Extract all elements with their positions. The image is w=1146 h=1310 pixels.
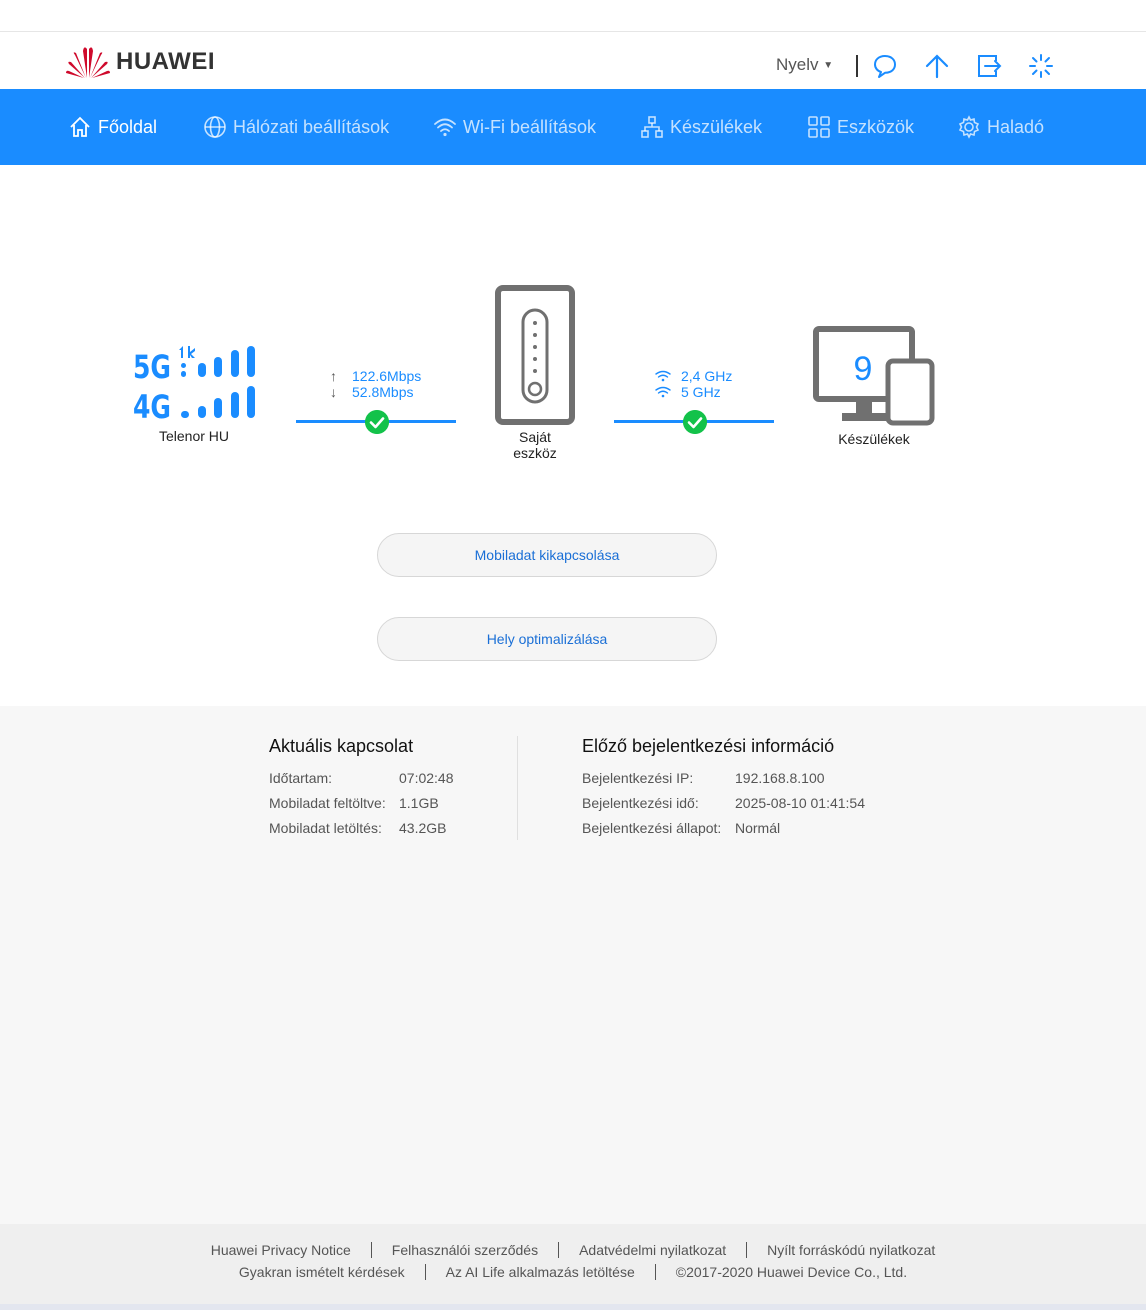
info-label: Mobiladat feltöltve: xyxy=(269,794,386,811)
user-agreement-link[interactable]: Felhasználói szerződés xyxy=(392,1242,538,1258)
bottom-strip xyxy=(0,1304,1146,1310)
wifi-band-24: 2,4 GHz xyxy=(681,368,733,384)
info-label: Időtartam: xyxy=(269,769,333,786)
ai-life-download-link[interactable]: Az AI Life alkalmazás letöltése xyxy=(446,1264,635,1280)
nav-item-network-settings[interactable]: Hálózati beállítások xyxy=(203,89,389,165)
brand-name: HUAWEI xyxy=(116,48,215,75)
footer-divider xyxy=(424,1264,426,1280)
grid-icon xyxy=(808,116,830,138)
main-nav: Főoldal Hálózati beállítások Wi-Fi beáll… xyxy=(0,89,1146,165)
info-label: Mobiladat letöltés: xyxy=(269,819,382,836)
wifi-icon xyxy=(655,386,671,398)
copyright-text: ©2017-2020 Huawei Device Co., Ltd. xyxy=(675,1264,908,1280)
privacy-notice-link[interactable]: Huawei Privacy Notice xyxy=(211,1242,351,1258)
nav-label: Főoldal xyxy=(98,116,158,137)
footer-divider xyxy=(370,1242,372,1258)
browser-top-strip xyxy=(0,0,1146,32)
info-value: 2025-08-10 01:41:54 xyxy=(735,794,865,811)
current-connection-title: Aktuális kapcsolat xyxy=(269,736,414,756)
own-device-label: Saját eszköz xyxy=(513,429,557,461)
current-connection-panel: Aktuális kapcsolat Időtartam: 07:02:48 Mo… xyxy=(269,736,454,840)
message-icon[interactable] xyxy=(872,53,898,79)
device-count: 9 xyxy=(854,350,873,388)
footer: Huawei Privacy Notice Felhasználói szerz… xyxy=(0,1224,1146,1304)
info-label: Bejelentkezési idő: xyxy=(582,794,699,811)
speed-info: ↑ 122.6Mbps ↓ 52.8Mbps xyxy=(330,368,421,400)
info-value: 192.168.8.100 xyxy=(735,769,825,786)
lan-connected-check-icon xyxy=(683,410,707,434)
logout-icon[interactable] xyxy=(976,53,1002,79)
home-icon xyxy=(70,116,90,137)
nav-label: Haladó xyxy=(987,116,1045,137)
globe-icon xyxy=(204,116,226,138)
operator-name: Telenor HU xyxy=(158,428,230,444)
wifi-band-5: 5 GHz xyxy=(681,384,721,400)
download-speed: 52.8Mbps xyxy=(352,384,414,400)
badge-5g: 5G xyxy=(133,348,171,386)
caret-down-icon: ▼ xyxy=(823,60,834,72)
devices-label: Készülékek xyxy=(838,431,910,447)
language-dropdown[interactable]: Nyelv ▼ xyxy=(776,55,833,75)
last-login-title: Előző bejelentkezési információ xyxy=(582,736,835,756)
nav-label: Wi-Fi beállítások xyxy=(463,116,597,137)
nav-label: Eszközök xyxy=(837,116,915,137)
location-optimize-button[interactable]: Hely optimalizálása xyxy=(377,617,717,661)
nav-label: Készülékek xyxy=(670,116,763,137)
nav-label: Hálózati beállítások xyxy=(233,116,390,137)
header: HUAWEI Nyelv ▼ xyxy=(0,33,1146,89)
info-section: Aktuális kapcsolat Időtartam: 07:02:48 Mo… xyxy=(0,706,1146,1224)
wifi-icon xyxy=(655,370,671,382)
language-label: Nyelv xyxy=(776,55,819,74)
status-panel: 5G 4G Telenor HU ↑ 122.6Mbps ↓ 52.8Mbps xyxy=(0,165,1146,706)
badge-4g: 4G xyxy=(133,388,171,422)
gear-icon xyxy=(958,115,980,139)
info-label: Bejelentkezési állapot: xyxy=(582,819,722,836)
privacy-statement-link[interactable]: Adatvédelmi nyilatkozat xyxy=(579,1242,726,1258)
wifi-bands: 2,4 GHz 5 GHz xyxy=(655,368,732,400)
nav-item-devices[interactable]: Készülékek xyxy=(640,89,762,165)
info-value: 43.2GB xyxy=(399,819,447,836)
info-value: 1.1GB xyxy=(399,794,439,811)
download-arrow-icon: ↓ xyxy=(330,384,337,400)
loading-spinner-icon[interactable] xyxy=(1028,53,1054,79)
update-arrow-icon[interactable] xyxy=(924,53,950,79)
nav-item-home[interactable]: Főoldal xyxy=(68,89,157,165)
footer-links-row-2: Gyakran ismételt kérdések Az AI Life alk… xyxy=(0,1264,1146,1280)
header-divider xyxy=(856,55,858,77)
info-divider xyxy=(517,736,518,840)
footer-divider xyxy=(654,1264,656,1280)
wifi-icon xyxy=(434,118,456,137)
footer-divider xyxy=(558,1242,560,1258)
info-value: Normál xyxy=(735,819,781,836)
nav-item-advanced[interactable]: Haladó xyxy=(957,89,1044,165)
router-device-icon[interactable] xyxy=(495,285,575,425)
footer-divider xyxy=(746,1242,748,1258)
network-topology-icon xyxy=(641,116,663,138)
wan-connected-check-icon xyxy=(365,410,389,434)
huawei-flower-icon xyxy=(66,47,110,78)
connected-devices-icon[interactable]: 9 xyxy=(812,325,936,429)
huawei-logo[interactable]: HUAWEI xyxy=(66,45,215,79)
mobile-data-off-button[interactable]: Mobiladat kikapcsolása xyxy=(377,533,717,577)
upload-arrow-icon: ↑ xyxy=(330,368,337,384)
nav-item-tools[interactable]: Eszközök xyxy=(807,89,914,165)
info-label: Bejelentkezési IP: xyxy=(582,769,694,786)
signal-strength-icon: 5G 4G xyxy=(133,346,255,422)
open-source-link[interactable]: Nyílt forráskódú nyilatkozat xyxy=(767,1242,935,1258)
upload-speed: 122.6Mbps xyxy=(352,368,422,384)
info-value: 07:02:48 xyxy=(399,769,454,786)
faq-link[interactable]: Gyakran ismételt kérdések xyxy=(239,1264,405,1280)
last-login-panel: Előző bejelentkezési információ Bejelent… xyxy=(582,736,865,840)
nav-item-wifi-settings[interactable]: Wi-Fi beállítások xyxy=(433,89,596,165)
footer-links-row-1: Huawei Privacy Notice Felhasználói szerz… xyxy=(0,1242,1146,1258)
